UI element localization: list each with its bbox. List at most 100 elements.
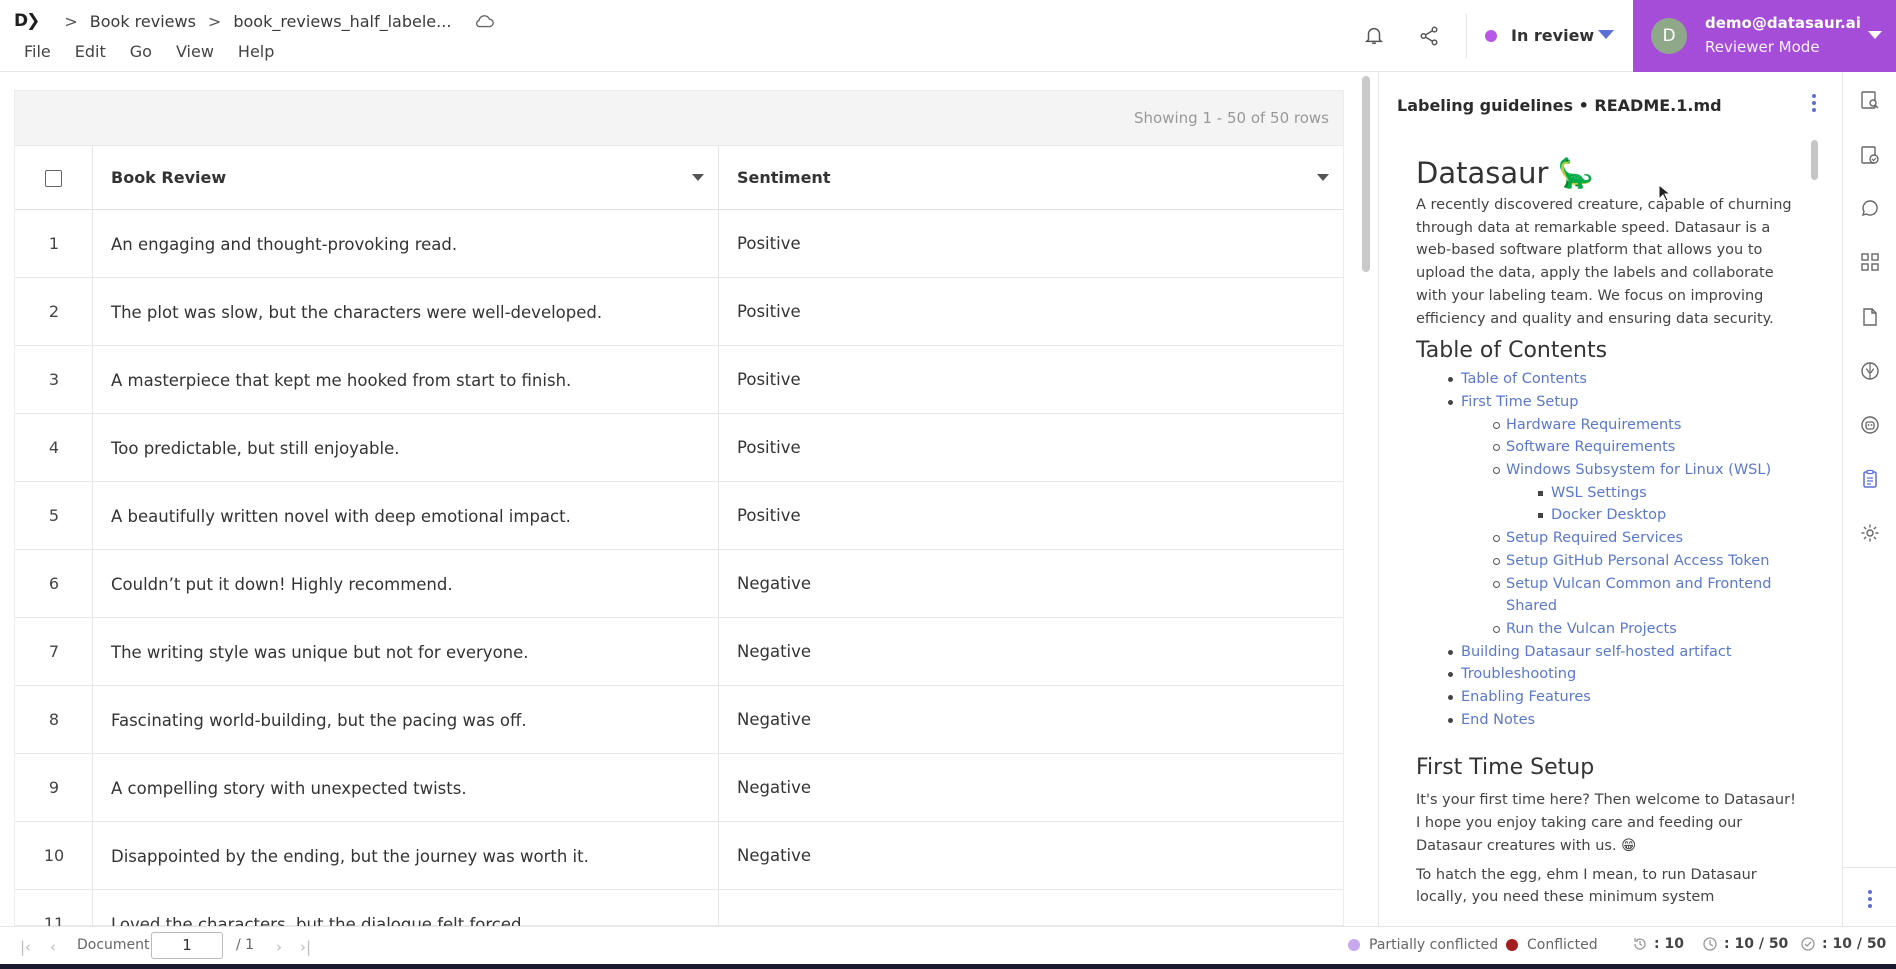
toc-link[interactable]: Troubleshooting	[1461, 666, 1576, 682]
review-text: An engaging and thought-provoking read.	[111, 235, 458, 254]
sentiment-cell[interactable]: Positive	[719, 482, 1343, 549]
toc-link[interactable]: Building Datasaur self-hosted artifact	[1461, 644, 1732, 660]
toc-link[interactable]: Setup Vulcan Common and Frontend Shared	[1506, 576, 1771, 615]
table-row[interactable]: 3 A masterpiece that kept me hooked from …	[15, 346, 1343, 414]
file-icon[interactable]	[1860, 307, 1880, 327]
menu-bar: File Edit Go View Help	[24, 42, 298, 61]
table-scrollbar[interactable]	[1362, 76, 1370, 272]
clipboard-icon[interactable]	[1860, 469, 1880, 489]
sentiment-cell[interactable]: Negative	[719, 754, 1343, 821]
user-menu[interactable]: D demo@datasaur.ai Reviewer Mode	[1633, 0, 1896, 72]
sentiment-cell[interactable]: Negative	[719, 618, 1343, 685]
next-page-icon[interactable]: ›	[276, 938, 282, 956]
toc-link[interactable]: Software Requirements	[1506, 439, 1675, 455]
prev-page-icon[interactable]: ‹	[50, 938, 56, 956]
review-cell[interactable]: Too predictable, but still enjoyable.	[93, 414, 719, 481]
review-cell[interactable]: Disappointed by the ending, but the jour…	[93, 822, 719, 889]
toc-link[interactable]: First Time Setup	[1461, 394, 1578, 410]
table-row[interactable]: 4 Too predictable, but still enjoyable. Po…	[15, 414, 1343, 482]
stat-timer: : 10	[1632, 936, 1684, 952]
toc-link[interactable]: Windows Subsystem for Linux (WSL)	[1506, 462, 1771, 478]
select-all-checkbox[interactable]	[45, 170, 62, 187]
top-bar: D❯ > Book reviews > book_reviews_half_la…	[0, 0, 1896, 72]
legend-label: Conflicted	[1527, 937, 1598, 953]
menu-view[interactable]: View	[176, 42, 214, 61]
more-options-icon[interactable]	[1868, 890, 1872, 911]
breadcrumb-file[interactable]: book_reviews_half_labele...	[233, 12, 451, 31]
sentiment-cell[interactable]: Positive	[719, 346, 1343, 413]
column-menu-icon[interactable]	[1317, 174, 1329, 181]
table-row[interactable]: 7 The writing style was unique but not fo…	[15, 618, 1343, 686]
toc-link[interactable]: End Notes	[1461, 712, 1535, 728]
toc-item: Enabling Features	[1416, 686, 1796, 709]
panel-scrollbar[interactable]	[1811, 140, 1818, 180]
robot-icon[interactable]	[1860, 415, 1880, 435]
rail-divider	[1843, 867, 1896, 868]
sentiment-cell[interactable]: Negative	[719, 686, 1343, 753]
review-cell[interactable]: A masterpiece that kept me hooked from s…	[93, 346, 719, 413]
share-icon[interactable]	[1418, 25, 1440, 47]
toc-link[interactable]: Setup Required Services	[1506, 530, 1683, 546]
review-cell[interactable]: A beautifully written novel with deep em…	[93, 482, 719, 549]
grid-icon[interactable]	[1860, 252, 1880, 272]
review-cell[interactable]: Couldn’t put it down! Highly recommend.	[93, 550, 719, 617]
row-count: Showing 1 - 50 of 50 rows	[1134, 109, 1329, 127]
row-number-cell: 10	[15, 822, 93, 889]
row-number-cell: 1	[15, 210, 93, 277]
table-row[interactable]: 5 A beautifully written novel with deep e…	[15, 482, 1343, 550]
toc-link[interactable]: Table of Contents	[1461, 371, 1587, 387]
column-label: Book Review	[111, 168, 227, 187]
column-header-book-review[interactable]: Book Review	[93, 146, 719, 209]
datasaur-logo[interactable]: D❯	[14, 11, 40, 31]
sentiment-cell[interactable]: Positive	[719, 278, 1343, 345]
table-row[interactable]: 8 Fascinating world-building, but the pac…	[15, 686, 1343, 754]
table-row[interactable]: 2 The plot was slow, but the characters w…	[15, 278, 1343, 346]
menu-file[interactable]: File	[24, 42, 51, 61]
toc-item: Hardware Requirements	[1416, 414, 1796, 437]
column-header-sentiment[interactable]: Sentiment	[719, 146, 1343, 209]
table-row[interactable]: 6 Couldn’t put it down! Highly recommend.…	[15, 550, 1343, 618]
gear-icon[interactable]	[1860, 523, 1880, 543]
toc-link[interactable]: Docker Desktop	[1551, 507, 1666, 523]
first-page-icon[interactable]: |‹	[20, 938, 31, 956]
row-number: 7	[48, 642, 60, 661]
menu-go[interactable]: Go	[130, 42, 152, 61]
review-cell[interactable]: A compelling story with unexpected twist…	[93, 754, 719, 821]
bell-icon[interactable]	[1363, 24, 1385, 46]
breadcrumb-project[interactable]: Book reviews	[90, 12, 196, 31]
sentiment-label: Negative	[737, 710, 812, 729]
sentiment-cell[interactable]: Positive	[719, 210, 1343, 277]
menu-edit[interactable]: Edit	[75, 42, 106, 61]
review-cell[interactable]: An engaging and thought-provoking read.	[93, 210, 719, 277]
status-caret-icon[interactable]	[1598, 30, 1614, 39]
table-row[interactable]: 9 A compelling story with unexpected twis…	[15, 754, 1343, 822]
page-input[interactable]: 1	[151, 932, 223, 959]
document-check-icon[interactable]	[1860, 145, 1880, 165]
sentiment-cell[interactable]: Negative	[719, 822, 1343, 889]
table-row[interactable]: 10 Disappointed by the ending, but the jo…	[15, 822, 1343, 890]
sentiment-cell[interactable]: Negative	[719, 550, 1343, 617]
status-dropdown[interactable]: In review	[1485, 26, 1594, 45]
sentiment-cell[interactable]: Positive	[719, 414, 1343, 481]
select-all-cell	[15, 146, 93, 209]
toc-link[interactable]: Run the Vulcan Projects	[1506, 621, 1677, 637]
review-text: A beautifully written novel with deep em…	[111, 507, 571, 526]
chat-icon[interactable]	[1860, 198, 1880, 218]
more-options-icon[interactable]	[1811, 94, 1817, 112]
document-search-icon[interactable]	[1860, 90, 1880, 110]
review-cell[interactable]: The writing style was unique but not for…	[93, 618, 719, 685]
toc-link[interactable]: WSL Settings	[1551, 485, 1647, 501]
column-menu-icon[interactable]	[692, 174, 704, 181]
last-page-icon[interactable]: ›|	[300, 938, 311, 956]
review-cell[interactable]: The plot was slow, but the characters we…	[93, 278, 719, 345]
row-number-cell: 4	[15, 414, 93, 481]
toc-link[interactable]: Hardware Requirements	[1506, 417, 1681, 433]
table-row[interactable]: 1 An engaging and thought-provoking read.…	[15, 210, 1343, 278]
review-cell[interactable]: Fascinating world-building, but the paci…	[93, 686, 719, 753]
toc-link[interactable]: Setup GitHub Personal Access Token	[1506, 553, 1769, 569]
brain-icon[interactable]	[1860, 361, 1880, 381]
section-paragraph: It's your first time here? Then welcome …	[1416, 792, 1796, 854]
toc-link[interactable]: Enabling Features	[1461, 689, 1591, 705]
menu-help[interactable]: Help	[238, 42, 274, 61]
row-number-cell: 5	[15, 482, 93, 549]
